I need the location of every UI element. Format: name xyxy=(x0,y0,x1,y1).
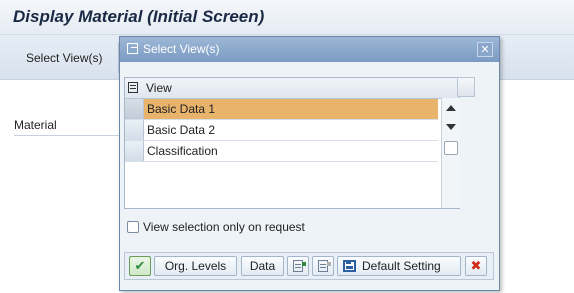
table-row[interactable]: Basic Data 2 xyxy=(125,120,438,141)
dialog-title: Select View(s) xyxy=(143,42,220,56)
row-selector[interactable] xyxy=(125,120,144,140)
table-config-button[interactable] xyxy=(457,77,475,97)
view-selection-checkbox[interactable] xyxy=(127,221,139,233)
save-icon xyxy=(343,260,356,272)
material-label: Material xyxy=(14,118,57,132)
deselect-all-button[interactable] xyxy=(312,256,334,276)
dialog-window-icon xyxy=(127,43,138,54)
deselect-all-icon xyxy=(318,260,331,272)
cancel-x-icon: ✖ xyxy=(470,258,482,273)
column-settings-icon[interactable] xyxy=(128,82,138,93)
data-button[interactable]: Data xyxy=(241,256,284,276)
row-selector[interactable] xyxy=(125,141,144,161)
page-title: Display Material (Initial Screen) xyxy=(13,7,265,26)
cancel-button[interactable]: ✖ xyxy=(465,256,487,276)
column-header-view[interactable]: View xyxy=(146,81,172,95)
table-header: View xyxy=(125,77,475,99)
close-icon[interactable]: ✕ xyxy=(477,42,493,57)
scroll-thumb[interactable] xyxy=(444,141,458,155)
scroll-down-icon[interactable] xyxy=(446,124,456,130)
select-views-dialog: Select View(s) ✕ View Basic Data 1 Basic… xyxy=(119,36,500,291)
select-views-button[interactable]: Select View(s) xyxy=(26,51,102,65)
select-all-icon xyxy=(293,260,306,272)
screen-title-bar: Display Material (Initial Screen) xyxy=(0,0,574,35)
ok-check-icon: ✔ xyxy=(134,258,146,273)
material-label-underline xyxy=(14,135,119,136)
row-label: Basic Data 2 xyxy=(147,123,216,137)
dialog-button-bar: ✔ Org. Levels Data Default Setting ✖ xyxy=(124,252,494,280)
row-label: Classification xyxy=(147,144,218,158)
row-label: Basic Data 1 xyxy=(147,102,216,116)
scroll-up-icon[interactable] xyxy=(446,105,456,111)
row-selector[interactable] xyxy=(125,99,144,119)
views-table: View Basic Data 1 Basic Data 2 Classific… xyxy=(124,77,475,209)
checkbox-label: View selection only on request xyxy=(143,220,305,234)
select-all-button[interactable] xyxy=(287,256,309,276)
default-setting-label: Default Setting xyxy=(362,259,441,273)
dialog-header[interactable]: Select View(s) ✕ xyxy=(120,37,499,62)
table-row[interactable]: Basic Data 1 xyxy=(125,99,438,120)
table-row[interactable]: Classification xyxy=(125,141,438,162)
default-setting-button[interactable]: Default Setting xyxy=(337,256,461,276)
table-vertical-scrollbar[interactable] xyxy=(441,98,460,208)
continue-button[interactable]: ✔ xyxy=(129,256,151,276)
org-levels-button[interactable]: Org. Levels xyxy=(154,256,237,276)
